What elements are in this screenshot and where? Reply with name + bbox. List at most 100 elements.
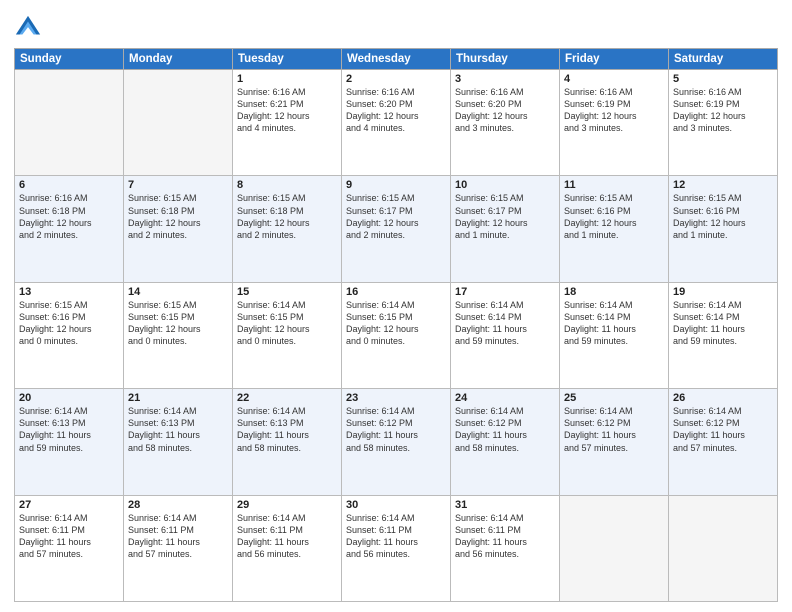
day-number: 2	[346, 73, 446, 85]
day-number: 8	[237, 179, 337, 191]
day-info: Sunrise: 6:14 AM Sunset: 6:14 PM Dayligh…	[673, 299, 773, 348]
calendar-day-cell: 17Sunrise: 6:14 AM Sunset: 6:14 PM Dayli…	[451, 282, 560, 388]
calendar-day-cell: 22Sunrise: 6:14 AM Sunset: 6:13 PM Dayli…	[233, 389, 342, 495]
day-number: 26	[673, 392, 773, 404]
day-number: 6	[19, 179, 119, 191]
calendar-day-cell	[124, 70, 233, 176]
header	[14, 10, 778, 42]
day-info: Sunrise: 6:16 AM Sunset: 6:21 PM Dayligh…	[237, 86, 337, 135]
calendar-week-row: 20Sunrise: 6:14 AM Sunset: 6:13 PM Dayli…	[15, 389, 778, 495]
day-info: Sunrise: 6:14 AM Sunset: 6:15 PM Dayligh…	[346, 299, 446, 348]
day-info: Sunrise: 6:14 AM Sunset: 6:11 PM Dayligh…	[237, 512, 337, 561]
day-info: Sunrise: 6:14 AM Sunset: 6:12 PM Dayligh…	[564, 405, 664, 454]
day-info: Sunrise: 6:14 AM Sunset: 6:12 PM Dayligh…	[455, 405, 555, 454]
calendar-week-row: 13Sunrise: 6:15 AM Sunset: 6:16 PM Dayli…	[15, 282, 778, 388]
day-number: 27	[19, 499, 119, 511]
day-number: 31	[455, 499, 555, 511]
day-info: Sunrise: 6:16 AM Sunset: 6:18 PM Dayligh…	[19, 192, 119, 241]
day-info: Sunrise: 6:14 AM Sunset: 6:11 PM Dayligh…	[128, 512, 228, 561]
day-info: Sunrise: 6:14 AM Sunset: 6:11 PM Dayligh…	[346, 512, 446, 561]
calendar-day-cell: 29Sunrise: 6:14 AM Sunset: 6:11 PM Dayli…	[233, 495, 342, 601]
day-number: 12	[673, 179, 773, 191]
day-of-week-header: Friday	[560, 49, 669, 70]
calendar-day-cell	[15, 70, 124, 176]
calendar-day-cell: 31Sunrise: 6:14 AM Sunset: 6:11 PM Dayli…	[451, 495, 560, 601]
calendar-day-cell	[669, 495, 778, 601]
day-number: 28	[128, 499, 228, 511]
day-number: 30	[346, 499, 446, 511]
day-number: 18	[564, 286, 664, 298]
day-number: 24	[455, 392, 555, 404]
calendar-day-cell: 10Sunrise: 6:15 AM Sunset: 6:17 PM Dayli…	[451, 176, 560, 282]
calendar-day-cell: 5Sunrise: 6:16 AM Sunset: 6:19 PM Daylig…	[669, 70, 778, 176]
calendar: SundayMondayTuesdayWednesdayThursdayFrid…	[14, 48, 778, 602]
calendar-header-row: SundayMondayTuesdayWednesdayThursdayFrid…	[15, 49, 778, 70]
calendar-week-row: 27Sunrise: 6:14 AM Sunset: 6:11 PM Dayli…	[15, 495, 778, 601]
page: SundayMondayTuesdayWednesdayThursdayFrid…	[0, 0, 792, 612]
day-number: 14	[128, 286, 228, 298]
day-info: Sunrise: 6:14 AM Sunset: 6:13 PM Dayligh…	[19, 405, 119, 454]
day-info: Sunrise: 6:16 AM Sunset: 6:19 PM Dayligh…	[564, 86, 664, 135]
day-number: 10	[455, 179, 555, 191]
calendar-day-cell: 21Sunrise: 6:14 AM Sunset: 6:13 PM Dayli…	[124, 389, 233, 495]
day-info: Sunrise: 6:16 AM Sunset: 6:20 PM Dayligh…	[346, 86, 446, 135]
calendar-day-cell: 18Sunrise: 6:14 AM Sunset: 6:14 PM Dayli…	[560, 282, 669, 388]
calendar-week-row: 1Sunrise: 6:16 AM Sunset: 6:21 PM Daylig…	[15, 70, 778, 176]
day-info: Sunrise: 6:14 AM Sunset: 6:13 PM Dayligh…	[128, 405, 228, 454]
day-info: Sunrise: 6:15 AM Sunset: 6:18 PM Dayligh…	[237, 192, 337, 241]
day-number: 22	[237, 392, 337, 404]
calendar-day-cell: 20Sunrise: 6:14 AM Sunset: 6:13 PM Dayli…	[15, 389, 124, 495]
day-info: Sunrise: 6:15 AM Sunset: 6:16 PM Dayligh…	[673, 192, 773, 241]
day-number: 15	[237, 286, 337, 298]
day-number: 5	[673, 73, 773, 85]
day-info: Sunrise: 6:16 AM Sunset: 6:19 PM Dayligh…	[673, 86, 773, 135]
day-info: Sunrise: 6:15 AM Sunset: 6:16 PM Dayligh…	[19, 299, 119, 348]
calendar-day-cell: 2Sunrise: 6:16 AM Sunset: 6:20 PM Daylig…	[342, 70, 451, 176]
day-number: 19	[673, 286, 773, 298]
day-of-week-header: Monday	[124, 49, 233, 70]
day-number: 13	[19, 286, 119, 298]
calendar-day-cell: 14Sunrise: 6:15 AM Sunset: 6:15 PM Dayli…	[124, 282, 233, 388]
day-number: 1	[237, 73, 337, 85]
day-of-week-header: Saturday	[669, 49, 778, 70]
calendar-day-cell: 1Sunrise: 6:16 AM Sunset: 6:21 PM Daylig…	[233, 70, 342, 176]
day-number: 4	[564, 73, 664, 85]
day-info: Sunrise: 6:14 AM Sunset: 6:14 PM Dayligh…	[455, 299, 555, 348]
day-number: 17	[455, 286, 555, 298]
day-number: 29	[237, 499, 337, 511]
logo-icon	[14, 14, 42, 42]
day-number: 23	[346, 392, 446, 404]
calendar-day-cell: 19Sunrise: 6:14 AM Sunset: 6:14 PM Dayli…	[669, 282, 778, 388]
day-number: 3	[455, 73, 555, 85]
calendar-day-cell: 9Sunrise: 6:15 AM Sunset: 6:17 PM Daylig…	[342, 176, 451, 282]
day-info: Sunrise: 6:14 AM Sunset: 6:11 PM Dayligh…	[19, 512, 119, 561]
calendar-day-cell: 25Sunrise: 6:14 AM Sunset: 6:12 PM Dayli…	[560, 389, 669, 495]
calendar-day-cell: 4Sunrise: 6:16 AM Sunset: 6:19 PM Daylig…	[560, 70, 669, 176]
day-of-week-header: Tuesday	[233, 49, 342, 70]
day-info: Sunrise: 6:16 AM Sunset: 6:20 PM Dayligh…	[455, 86, 555, 135]
day-info: Sunrise: 6:14 AM Sunset: 6:11 PM Dayligh…	[455, 512, 555, 561]
day-number: 25	[564, 392, 664, 404]
day-info: Sunrise: 6:14 AM Sunset: 6:12 PM Dayligh…	[673, 405, 773, 454]
calendar-day-cell: 12Sunrise: 6:15 AM Sunset: 6:16 PM Dayli…	[669, 176, 778, 282]
day-of-week-header: Sunday	[15, 49, 124, 70]
calendar-day-cell: 6Sunrise: 6:16 AM Sunset: 6:18 PM Daylig…	[15, 176, 124, 282]
calendar-day-cell: 26Sunrise: 6:14 AM Sunset: 6:12 PM Dayli…	[669, 389, 778, 495]
day-info: Sunrise: 6:15 AM Sunset: 6:15 PM Dayligh…	[128, 299, 228, 348]
calendar-day-cell	[560, 495, 669, 601]
day-number: 21	[128, 392, 228, 404]
day-number: 9	[346, 179, 446, 191]
logo	[14, 14, 46, 42]
day-info: Sunrise: 6:15 AM Sunset: 6:17 PM Dayligh…	[455, 192, 555, 241]
calendar-day-cell: 11Sunrise: 6:15 AM Sunset: 6:16 PM Dayli…	[560, 176, 669, 282]
calendar-day-cell: 23Sunrise: 6:14 AM Sunset: 6:12 PM Dayli…	[342, 389, 451, 495]
day-number: 11	[564, 179, 664, 191]
day-of-week-header: Wednesday	[342, 49, 451, 70]
calendar-day-cell: 27Sunrise: 6:14 AM Sunset: 6:11 PM Dayli…	[15, 495, 124, 601]
calendar-day-cell: 16Sunrise: 6:14 AM Sunset: 6:15 PM Dayli…	[342, 282, 451, 388]
calendar-day-cell: 28Sunrise: 6:14 AM Sunset: 6:11 PM Dayli…	[124, 495, 233, 601]
calendar-day-cell: 3Sunrise: 6:16 AM Sunset: 6:20 PM Daylig…	[451, 70, 560, 176]
calendar-day-cell: 7Sunrise: 6:15 AM Sunset: 6:18 PM Daylig…	[124, 176, 233, 282]
day-info: Sunrise: 6:14 AM Sunset: 6:12 PM Dayligh…	[346, 405, 446, 454]
day-info: Sunrise: 6:15 AM Sunset: 6:17 PM Dayligh…	[346, 192, 446, 241]
